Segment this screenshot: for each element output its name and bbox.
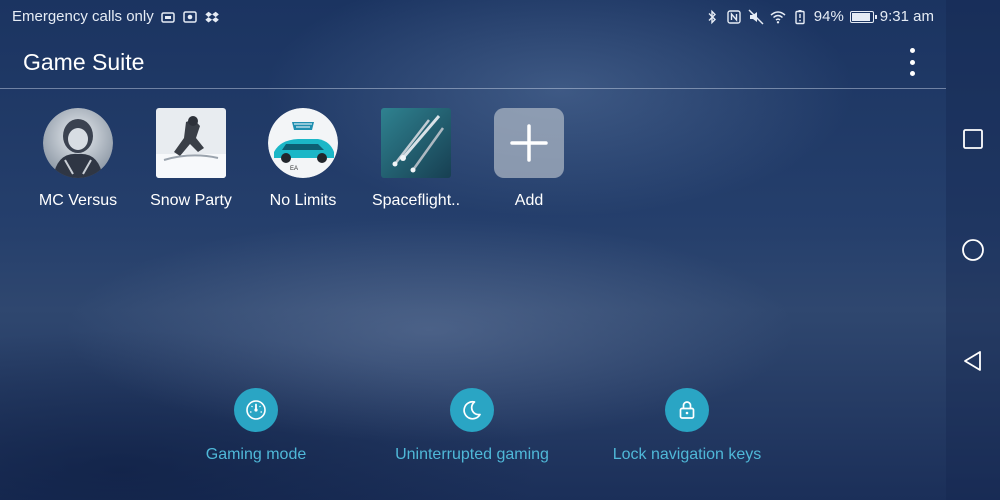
- back-triangle-icon[interactable]: [946, 334, 1000, 388]
- menu-dot: [909, 48, 915, 53]
- lock-navigation-keys-label: Lock navigation keys: [612, 446, 762, 463]
- game-item-no-limits[interactable]: EA No Limits: [248, 108, 358, 210]
- home-circle-icon[interactable]: [946, 223, 1000, 277]
- battery-percent: 94%: [813, 8, 844, 25]
- status-right: 94% 9:31 am: [704, 8, 934, 25]
- lock-navigation-keys-button[interactable]: Lock navigation keys: [607, 388, 767, 464]
- photo-icon: [182, 9, 198, 25]
- mc-versus-game-icon: [43, 108, 113, 178]
- status-left: Emergency calls only: [12, 8, 220, 25]
- wifi-icon: [770, 9, 786, 25]
- bluetooth-icon: [704, 9, 720, 25]
- no-limits-game-icon: EA: [268, 108, 338, 178]
- battery-saver-icon: [792, 9, 808, 25]
- uninterrupted-gaming-button[interactable]: Uninterrupted gaming: [392, 388, 552, 464]
- menu-dot: [909, 59, 915, 65]
- snow-party-game-icon: [156, 108, 226, 178]
- svg-text:EA: EA: [290, 166, 298, 172]
- app-bar: Game Suite: [0, 34, 946, 89]
- mute-icon: [748, 8, 764, 25]
- carrier-text: Emergency calls only: [12, 8, 154, 25]
- plus-icon: [494, 108, 564, 178]
- recents-square-icon[interactable]: [946, 112, 1000, 166]
- game-suite-screen: Emergency calls only 94% 9:31 am Game Su…: [0, 0, 1000, 500]
- game-item-mc-versus[interactable]: MC Versus: [23, 108, 133, 210]
- game-list: MC Versus Snow Party EA No Limits Spacef…: [0, 108, 946, 228]
- uninterrupted-gaming-label: Uninterrupted gaming: [395, 446, 549, 463]
- navigation-bar: [946, 0, 1000, 500]
- add-label: Add: [514, 192, 544, 209]
- battery-icon: [849, 10, 877, 23]
- game-label: No Limits: [269, 192, 337, 209]
- more-vert-icon[interactable]: [904, 48, 920, 76]
- nfc-icon: [726, 9, 742, 25]
- status-bar: Emergency calls only 94% 9:31 am: [0, 0, 946, 34]
- menu-dot: [909, 71, 915, 76]
- lock-icon: [665, 388, 709, 432]
- game-label: Spaceflight..: [371, 192, 461, 209]
- game-item-spaceflight[interactable]: Spaceflight..: [361, 108, 471, 210]
- spaceflight-game-icon: [381, 108, 451, 178]
- sim-card-icon: [160, 9, 176, 25]
- gaming-mode-button[interactable]: Gaming mode: [196, 388, 316, 464]
- clock: 9:31 am: [879, 8, 934, 25]
- game-label: Snow Party: [150, 192, 232, 209]
- dropbox-icon: [204, 9, 220, 25]
- add-game-button[interactable]: Add: [474, 108, 584, 210]
- gaming-mode-label: Gaming mode: [205, 446, 307, 463]
- moon-icon: [450, 388, 494, 432]
- page-title: Game Suite: [23, 49, 145, 75]
- game-label: MC Versus: [38, 192, 118, 209]
- battery-level: [851, 12, 870, 21]
- speedometer-icon: [234, 388, 278, 432]
- game-item-snow-party[interactable]: Snow Party: [136, 108, 246, 210]
